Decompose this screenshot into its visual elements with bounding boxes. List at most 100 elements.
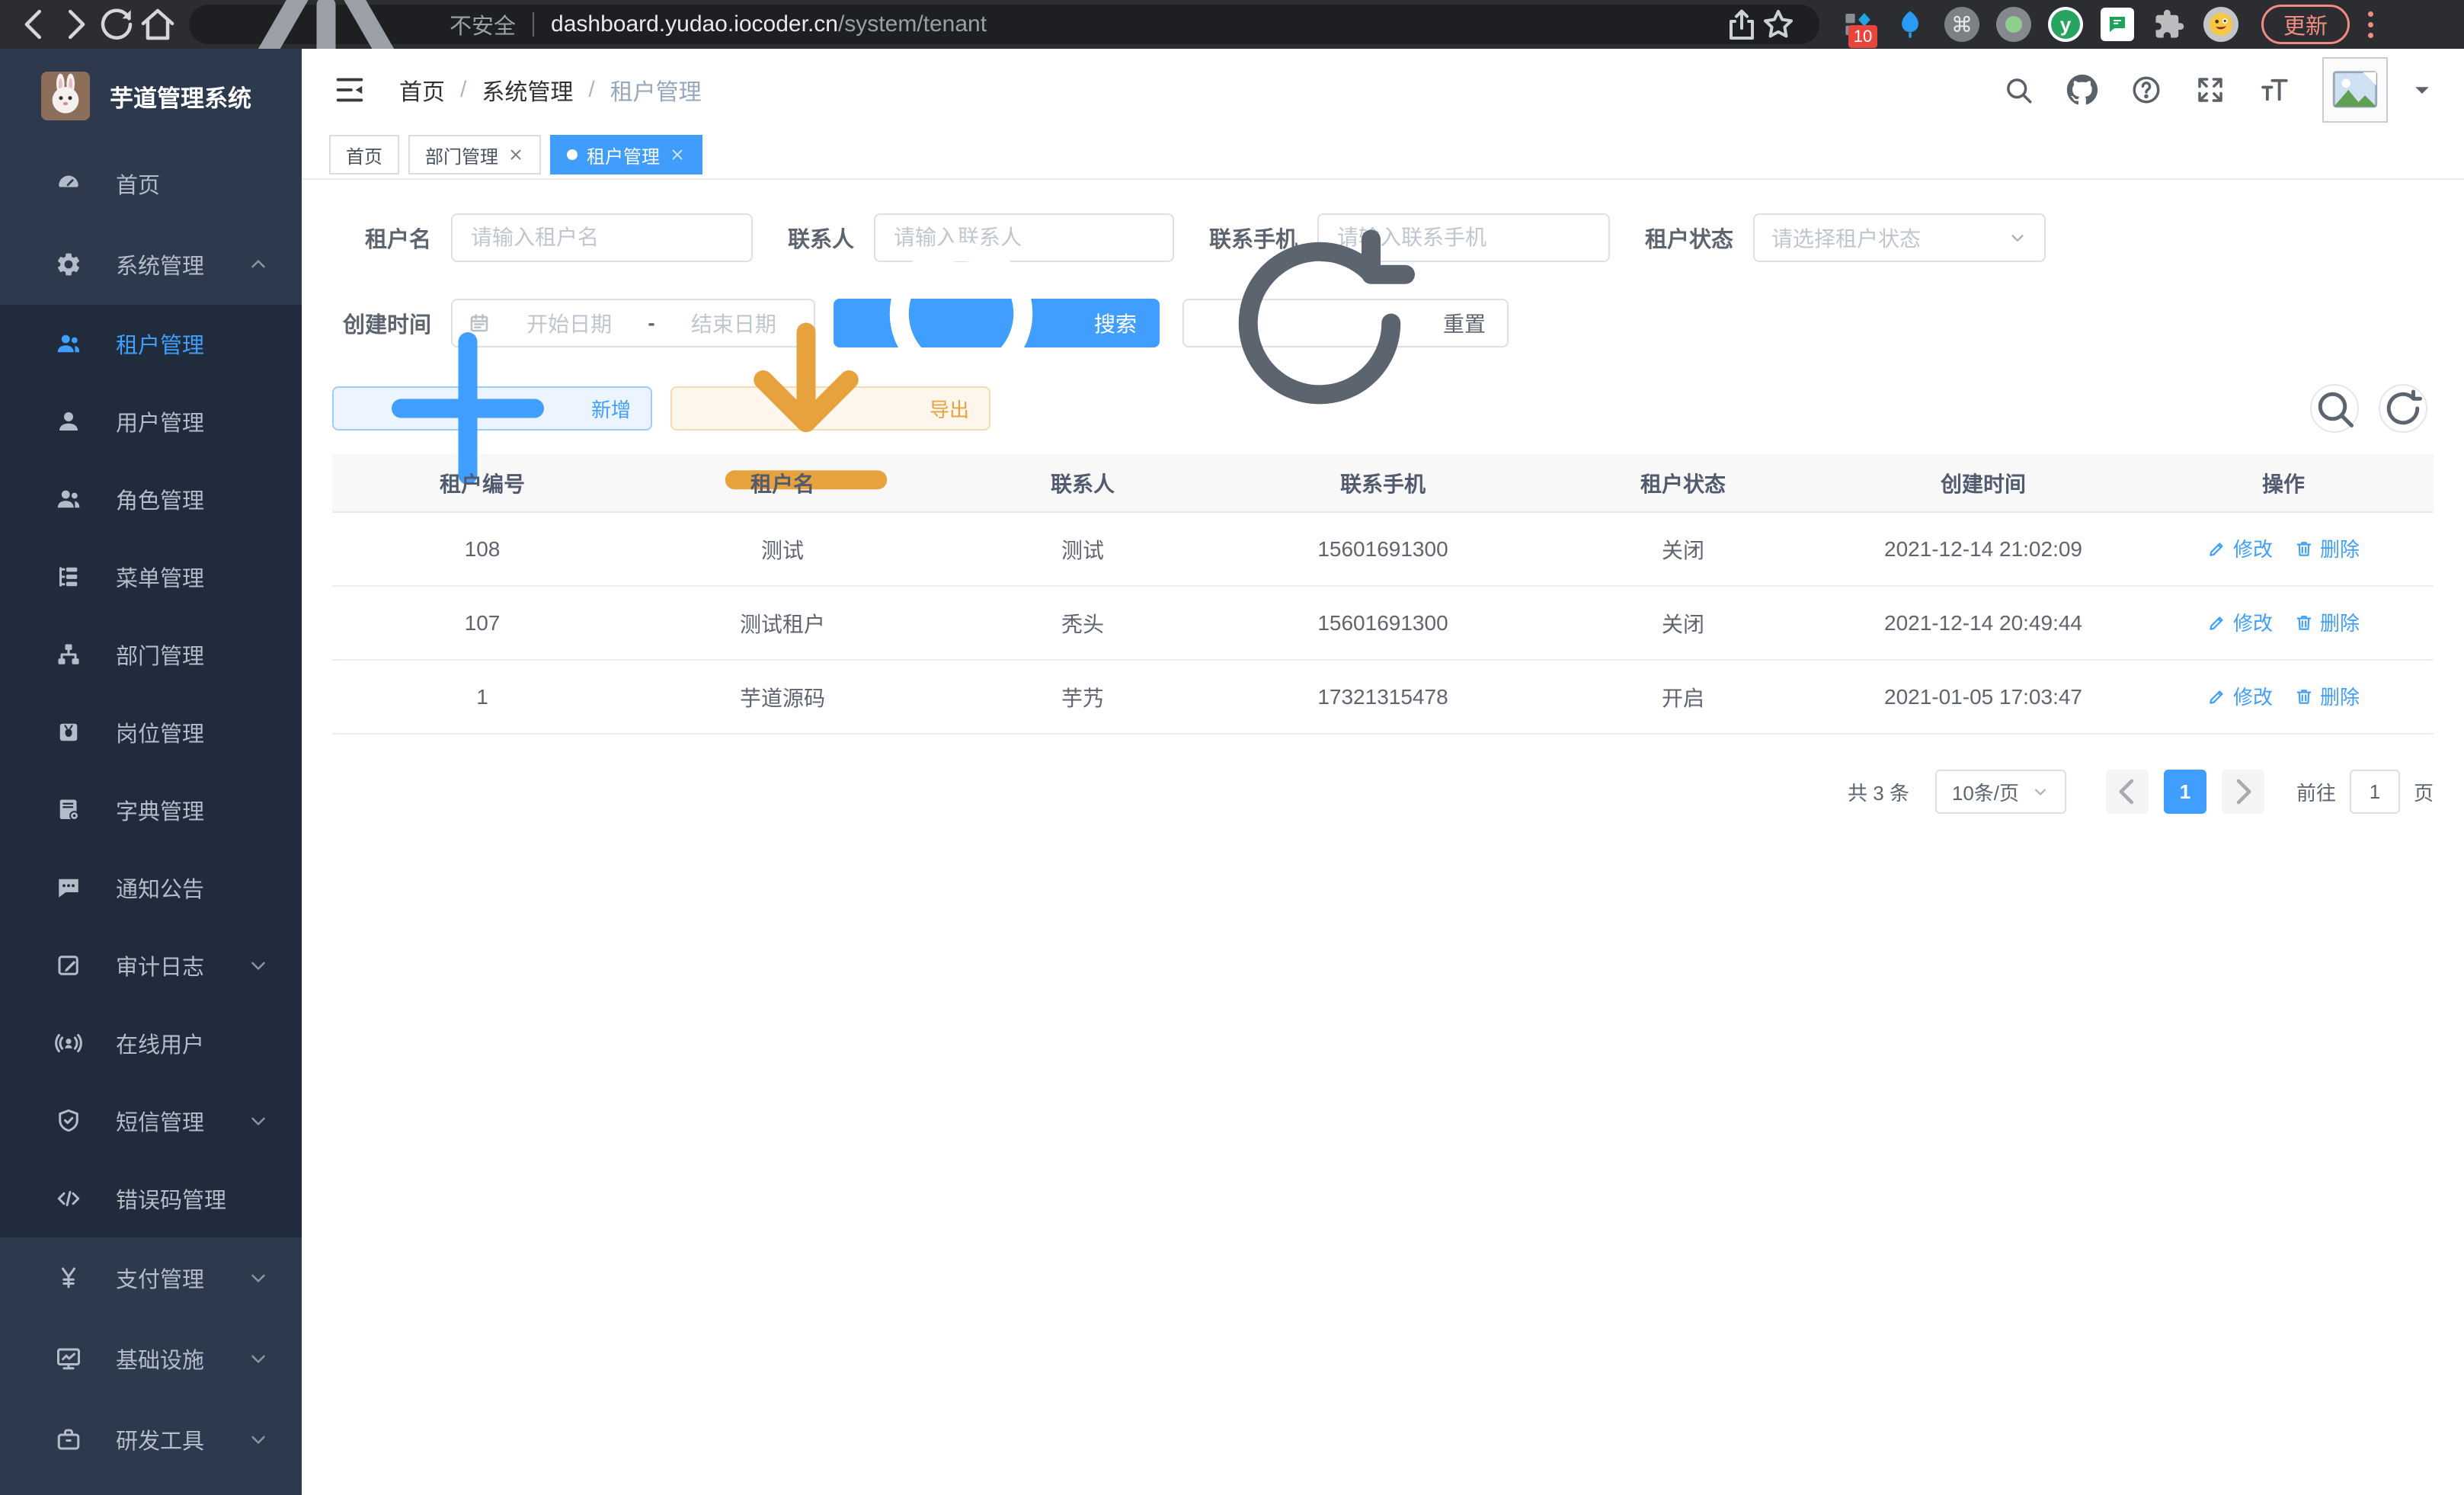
next-page-button[interactable] xyxy=(2222,770,2264,814)
reset-button[interactable]: 重置 xyxy=(1182,299,1509,347)
breadcrumb-item[interactable]: 系统管理 xyxy=(482,73,573,107)
delete-link-label: 删除 xyxy=(2320,608,2360,636)
share-icon[interactable] xyxy=(1723,6,1760,43)
chevron-down-icon xyxy=(247,1347,270,1370)
sidebar-item[interactable]: 研发工具 xyxy=(0,1399,302,1480)
edit-link[interactable]: 修改 xyxy=(2207,608,2273,636)
table-column-header: 创建时间 xyxy=(1833,454,2133,512)
page-number-button[interactable]: 1 xyxy=(2164,770,2206,814)
browser-menu-icon[interactable] xyxy=(2368,11,2373,38)
edit-link-label: 修改 xyxy=(2233,682,2273,710)
search-icon xyxy=(2312,386,2357,431)
cell-created: 2021-12-14 20:49:44 xyxy=(1833,586,2133,660)
add-button-label: 新增 xyxy=(591,395,631,423)
cell-actions: 修改 删除 xyxy=(2133,586,2434,660)
sidebar-item-label: 租户管理 xyxy=(116,328,204,360)
browser-reload-icon[interactable] xyxy=(96,4,137,45)
browser-home-icon[interactable] xyxy=(137,4,178,45)
sidebar-item-label: 在线用户 xyxy=(116,1027,204,1059)
close-icon[interactable] xyxy=(669,146,686,163)
sidebar-subitem[interactable]: 通知公告 xyxy=(0,849,302,927)
chevron-down-icon xyxy=(247,954,270,977)
avatar[interactable] xyxy=(2322,57,2388,123)
sidebar-subitem[interactable]: 审计日志 xyxy=(0,927,302,1004)
edit-link[interactable]: 修改 xyxy=(2207,534,2273,562)
sidebar-subitem[interactable]: 错误码管理 xyxy=(0,1160,302,1237)
sidebar-item[interactable]: 支付管理 xyxy=(0,1237,302,1318)
extension-kite-icon[interactable] xyxy=(1891,5,1929,43)
cell-id: 108 xyxy=(332,512,632,586)
page-size-select[interactable]: 10条/页 xyxy=(1935,770,2066,814)
search-button-label: 搜索 xyxy=(1094,308,1137,338)
menu-fold-icon[interactable] xyxy=(332,72,367,107)
tab-active[interactable]: 租户管理 xyxy=(550,135,702,174)
browser-back-icon[interactable] xyxy=(14,4,55,45)
github-icon[interactable] xyxy=(2066,74,2098,106)
sidebar-item[interactable]: 首页 xyxy=(0,143,302,224)
sidebar-subitem[interactable]: 短信管理 xyxy=(0,1082,302,1160)
sidebar-subitem[interactable]: 字典管理 xyxy=(0,771,302,849)
delete-link[interactable]: 删除 xyxy=(2294,608,2360,636)
header-search-icon[interactable] xyxy=(2002,74,2034,106)
extension-emoji-icon[interactable] xyxy=(2202,5,2240,43)
broken-image-icon xyxy=(2328,63,2382,117)
delete-link[interactable]: 删除 xyxy=(2294,534,2360,562)
sidebar-subitem[interactable]: 岗位管理 xyxy=(0,693,302,771)
edit-link[interactable]: 修改 xyxy=(2207,682,2273,710)
sidebar-item-label: 审计日志 xyxy=(116,949,204,981)
gear-icon xyxy=(55,251,82,278)
table-search-toggle-button[interactable] xyxy=(2310,384,2359,433)
sidebar-item-label: 基础设施 xyxy=(116,1343,204,1375)
tenant-name-input[interactable] xyxy=(451,213,753,262)
edit-link-label: 修改 xyxy=(2233,534,2273,562)
address-bar[interactable]: 不安全 dashboard.yudao.iocoder.cn/system/te… xyxy=(189,5,1819,44)
table-refresh-button[interactable] xyxy=(2379,384,2427,433)
pagination-goto: 前往 页 xyxy=(2296,770,2434,814)
app-title: 芋道管理系统 xyxy=(110,79,251,114)
table-header-row: 租户编号租户名联系人联系手机租户状态创建时间操作 xyxy=(332,454,2434,512)
tab-item[interactable]: 首页 xyxy=(329,135,399,174)
breadcrumb-separator: / xyxy=(588,77,594,103)
goto-page-input[interactable] xyxy=(2350,770,2400,814)
extension-command-icon[interactable]: ⌘ xyxy=(1943,5,1981,43)
extension-record-icon[interactable] xyxy=(1995,5,2033,43)
extension-y-icon[interactable]: y xyxy=(2046,5,2085,43)
sidebar-logo-row[interactable]: 芋道管理系统 xyxy=(0,49,302,143)
prev-page-button[interactable] xyxy=(2106,770,2149,814)
tab-bar: 首页部门管理租户管理 xyxy=(302,131,2464,180)
browser-update-button[interactable]: 更新 xyxy=(2261,5,2350,44)
breadcrumb-item[interactable]: 首页 xyxy=(399,73,445,107)
help-icon[interactable] xyxy=(2130,74,2162,106)
broadcast-icon xyxy=(55,1029,82,1057)
close-icon[interactable] xyxy=(507,146,524,163)
sidebar-item[interactable]: 系统管理 xyxy=(0,224,302,305)
active-tab-dot xyxy=(567,149,578,160)
extension-puzzle-icon[interactable] xyxy=(2150,5,2188,43)
add-button[interactable]: 新增 xyxy=(332,386,652,431)
sidebar-subitem[interactable]: 在线用户 xyxy=(0,1004,302,1082)
edit-pen-icon xyxy=(2207,613,2227,632)
sidebar-subitem[interactable]: 用户管理 xyxy=(0,383,302,460)
sidebar-subitem[interactable]: 角色管理 xyxy=(0,460,302,538)
cell-name: 测试租户 xyxy=(632,586,933,660)
sidebar-subitem[interactable]: 部门管理 xyxy=(0,616,302,693)
tab-item[interactable]: 部门管理 xyxy=(408,135,541,174)
table-column-header: 联系人 xyxy=(933,454,1233,512)
bookmark-star-icon[interactable] xyxy=(1760,6,1797,43)
extension-chat-icon[interactable] xyxy=(2098,5,2136,43)
export-button-label: 导出 xyxy=(930,395,969,423)
status-select[interactable]: 请选择租户状态 xyxy=(1753,213,2046,262)
font-size-icon[interactable] xyxy=(2258,74,2290,106)
delete-link[interactable]: 删除 xyxy=(2294,682,2360,710)
extension-tiles-icon[interactable]: 10 xyxy=(1839,5,1877,43)
cell-id: 107 xyxy=(332,586,632,660)
status-label: 租户状态 xyxy=(1645,222,1733,254)
browser-forward-icon[interactable] xyxy=(55,4,96,45)
sidebar-item[interactable]: 基础设施 xyxy=(0,1318,302,1399)
sidebar-subitem[interactable]: 租户管理 xyxy=(0,305,302,383)
pagination: 共 3 条 10条/页 1 前往 页 xyxy=(332,770,2434,814)
fullscreen-icon[interactable] xyxy=(2194,74,2226,106)
sidebar-subitem[interactable]: 菜单管理 xyxy=(0,538,302,616)
export-button[interactable]: 导出 xyxy=(670,386,990,431)
avatar-caret-icon[interactable] xyxy=(2411,78,2434,101)
